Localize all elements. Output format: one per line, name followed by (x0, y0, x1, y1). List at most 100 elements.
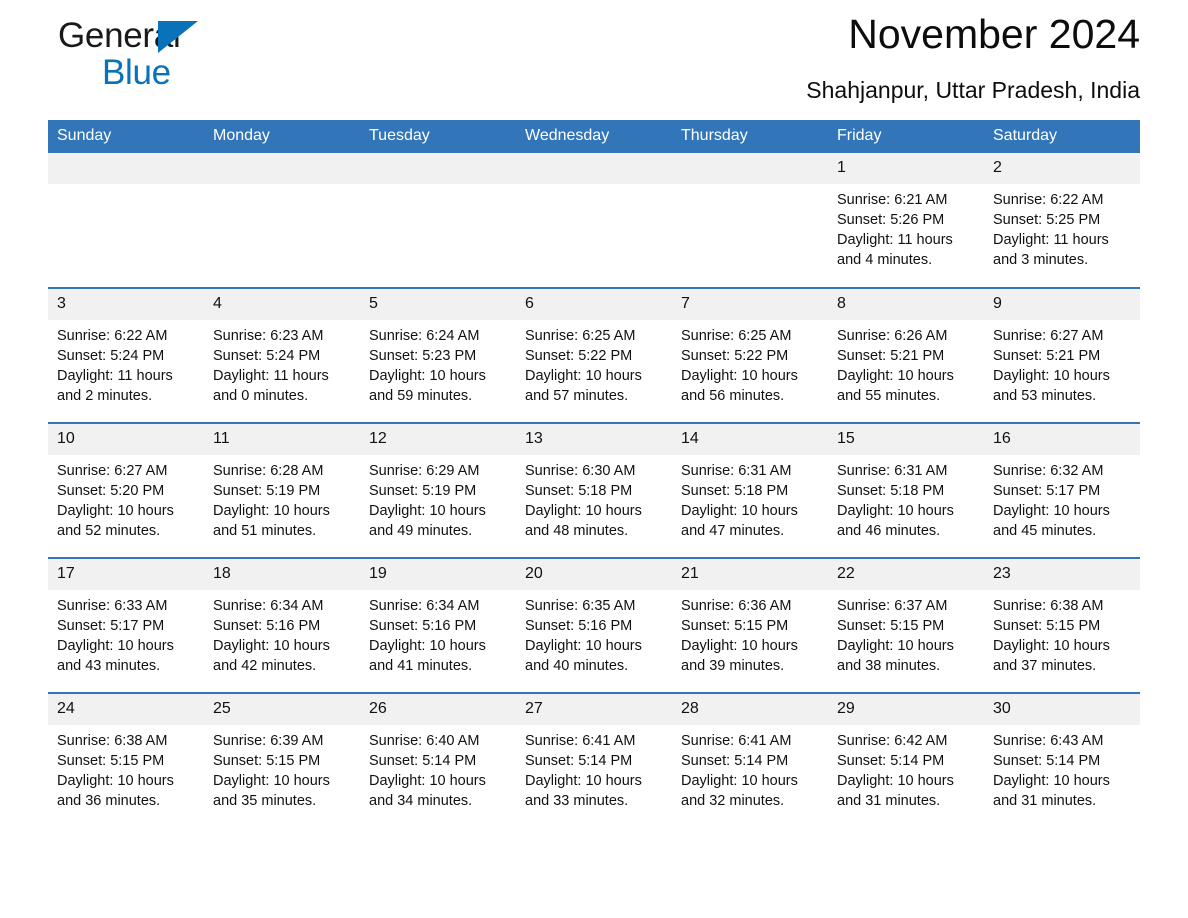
sunrise-time: Sunrise: 6:22 AM (993, 192, 1104, 208)
calendar-day-cell[interactable]: 15 Sunrise: 6:31 AM Sunset: 5:18 PM Dayligh… (828, 422, 984, 558)
sunrise-time: Sunrise: 6:26 AM (837, 328, 948, 344)
calendar-day-cell[interactable]: 8 Sunrise: 6:26 AM Sunset: 5:21 PM Daylight… (828, 287, 984, 423)
calendar-day-cell[interactable]: 9 Sunrise: 6:27 AM Sunset: 5:21 PM Daylight… (984, 287, 1140, 423)
calendar-day-cell[interactable]: 28 Sunrise: 6:41 AM Sunset: 5:14 PM Dayligh… (672, 692, 828, 828)
daylight-duration-line1: Daylight: 10 hours (57, 638, 174, 654)
sunrise-time: Sunrise: 6:33 AM (57, 598, 168, 614)
sunrise-time: Sunrise: 6:38 AM (57, 733, 168, 749)
calendar-day-cell[interactable]: 7 Sunrise: 6:25 AM Sunset: 5:22 PM Daylight… (672, 287, 828, 423)
calendar-day-cell[interactable]: 13 Sunrise: 6:30 AM Sunset: 5:18 PM Dayligh… (516, 422, 672, 558)
calendar-day-cell[interactable]: 16 Sunrise: 6:32 AM Sunset: 5:17 PM Dayligh… (984, 422, 1140, 558)
calendar-day-cell[interactable]: 2 Sunrise: 6:22 AM Sunset: 5:25 PM Daylight… (984, 153, 1140, 288)
sunrise-time: Sunrise: 6:42 AM (837, 733, 948, 749)
calendar-week-row: 24 Sunrise: 6:38 AM Sunset: 5:15 PM Dayligh… (48, 692, 1140, 828)
calendar-day-cell[interactable]: 19 Sunrise: 6:34 AM Sunset: 5:16 PM Dayligh… (360, 557, 516, 693)
calendar-day-cell-empty (48, 153, 204, 288)
calendar-day-cell[interactable]: 18 Sunrise: 6:34 AM Sunset: 5:16 PM Dayligh… (204, 557, 360, 693)
generalblue-logo[interactable]: General Blue (58, 14, 258, 100)
calendar-week-row: 17 Sunrise: 6:33 AM Sunset: 5:17 PM Dayligh… (48, 557, 1140, 693)
sunrise-time: Sunrise: 6:32 AM (993, 463, 1104, 479)
calendar-day-cell[interactable]: 5 Sunrise: 6:24 AM Sunset: 5:23 PM Daylight… (360, 287, 516, 423)
sunrise-time: Sunrise: 6:34 AM (213, 598, 324, 614)
day-details: Sunrise: 6:38 AM Sunset: 5:15 PM Daylight:… (984, 590, 1140, 676)
day-number: 20 (516, 559, 672, 590)
calendar-day-cell[interactable]: 6 Sunrise: 6:25 AM Sunset: 5:22 PM Daylight… (516, 287, 672, 423)
daylight-duration-line2: and 51 minutes. (213, 523, 317, 539)
daylight-duration-line1: Daylight: 10 hours (993, 368, 1110, 384)
daylight-duration-line1: Daylight: 10 hours (57, 503, 174, 519)
calendar-day-cell[interactable]: 21 Sunrise: 6:36 AM Sunset: 5:15 PM Dayligh… (672, 557, 828, 693)
sunset-time: Sunset: 5:15 PM (681, 618, 789, 634)
day-details: Sunrise: 6:28 AM Sunset: 5:19 PM Daylight:… (204, 455, 360, 541)
day-number: 2 (984, 153, 1140, 184)
daylight-duration-line2: and 53 minutes. (993, 388, 1097, 404)
daylight-duration-line1: Daylight: 10 hours (369, 368, 486, 384)
day-number: 19 (360, 559, 516, 590)
sunset-time: Sunset: 5:18 PM (837, 483, 945, 499)
day-number: 13 (516, 424, 672, 455)
sunset-time: Sunset: 5:18 PM (525, 483, 633, 499)
daylight-duration-line2: and 40 minutes. (525, 658, 629, 674)
calendar-day-cell[interactable]: 29 Sunrise: 6:42 AM Sunset: 5:14 PM Dayligh… (828, 692, 984, 828)
day-number: 25 (204, 694, 360, 725)
calendar-page: General Blue November 2024 Shahjanpur, U… (0, 0, 1188, 918)
sunrise-time: Sunrise: 6:31 AM (837, 463, 948, 479)
calendar-day-cell[interactable]: 25 Sunrise: 6:39 AM Sunset: 5:15 PM Dayligh… (204, 692, 360, 828)
day-number (672, 153, 828, 184)
daylight-duration-line2: and 35 minutes. (213, 793, 317, 809)
daylight-duration-line1: Daylight: 10 hours (213, 503, 330, 519)
daylight-duration-line2: and 49 minutes. (369, 523, 473, 539)
daylight-duration-line2: and 55 minutes. (837, 388, 941, 404)
daylight-duration-line2: and 39 minutes. (681, 658, 785, 674)
weekday-header-row: Sunday Monday Tuesday Wednesday Thursday… (48, 120, 1140, 153)
sunset-time: Sunset: 5:14 PM (369, 753, 477, 769)
calendar-day-cell[interactable]: 12 Sunrise: 6:29 AM Sunset: 5:19 PM Dayligh… (360, 422, 516, 558)
day-number: 21 (672, 559, 828, 590)
sunset-time: Sunset: 5:14 PM (681, 753, 789, 769)
day-details: Sunrise: 6:41 AM Sunset: 5:14 PM Daylight:… (672, 725, 828, 811)
daylight-duration-line2: and 34 minutes. (369, 793, 473, 809)
day-number: 23 (984, 559, 1140, 590)
day-number: 10 (48, 424, 204, 455)
sunrise-time: Sunrise: 6:25 AM (525, 328, 636, 344)
calendar-day-cell[interactable]: 30 Sunrise: 6:43 AM Sunset: 5:14 PM Dayligh… (984, 692, 1140, 828)
day-number: 1 (828, 153, 984, 184)
calendar-day-cell[interactable]: 3 Sunrise: 6:22 AM Sunset: 5:24 PM Daylight… (48, 287, 204, 423)
calendar-day-cell[interactable]: 10 Sunrise: 6:27 AM Sunset: 5:20 PM Dayligh… (48, 422, 204, 558)
calendar-day-cell[interactable]: 14 Sunrise: 6:31 AM Sunset: 5:18 PM Dayligh… (672, 422, 828, 558)
calendar-day-cell[interactable]: 20 Sunrise: 6:35 AM Sunset: 5:16 PM Dayligh… (516, 557, 672, 693)
calendar-day-cell[interactable]: 26 Sunrise: 6:40 AM Sunset: 5:14 PM Dayligh… (360, 692, 516, 828)
sunset-time: Sunset: 5:21 PM (993, 348, 1101, 364)
calendar-day-cell[interactable]: 17 Sunrise: 6:33 AM Sunset: 5:17 PM Dayligh… (48, 557, 204, 693)
day-number (360, 153, 516, 184)
daylight-duration-line1: Daylight: 10 hours (681, 368, 798, 384)
sunset-time: Sunset: 5:25 PM (993, 212, 1101, 228)
daylight-duration-line2: and 32 minutes. (681, 793, 785, 809)
daylight-duration-line2: and 33 minutes. (525, 793, 629, 809)
day-number: 15 (828, 424, 984, 455)
calendar-day-cell[interactable]: 4 Sunrise: 6:23 AM Sunset: 5:24 PM Daylight… (204, 287, 360, 423)
day-number: 16 (984, 424, 1140, 455)
daylight-duration-line1: Daylight: 10 hours (369, 638, 486, 654)
daylight-duration-line1: Daylight: 10 hours (993, 503, 1110, 519)
daylight-duration-line1: Daylight: 10 hours (525, 773, 642, 789)
sunset-time: Sunset: 5:22 PM (525, 348, 633, 364)
day-details: Sunrise: 6:37 AM Sunset: 5:15 PM Daylight:… (828, 590, 984, 676)
sunrise-time: Sunrise: 6:24 AM (369, 328, 480, 344)
calendar-day-cell[interactable]: 22 Sunrise: 6:37 AM Sunset: 5:15 PM Dayligh… (828, 557, 984, 693)
calendar-day-cell[interactable]: 23 Sunrise: 6:38 AM Sunset: 5:15 PM Dayligh… (984, 557, 1140, 693)
sunset-time: Sunset: 5:15 PM (57, 753, 165, 769)
day-details: Sunrise: 6:30 AM Sunset: 5:18 PM Daylight:… (516, 455, 672, 541)
sunset-time: Sunset: 5:14 PM (837, 753, 945, 769)
page-title: November 2024 (848, 11, 1140, 57)
calendar-day-cell[interactable]: 1 Sunrise: 6:21 AM Sunset: 5:26 PM Daylight… (828, 153, 984, 288)
day-details: Sunrise: 6:22 AM Sunset: 5:24 PM Daylight:… (48, 320, 204, 406)
calendar-day-cell[interactable]: 27 Sunrise: 6:41 AM Sunset: 5:14 PM Dayligh… (516, 692, 672, 828)
calendar-day-cell[interactable]: 11 Sunrise: 6:28 AM Sunset: 5:19 PM Dayligh… (204, 422, 360, 558)
calendar-day-cell[interactable]: 24 Sunrise: 6:38 AM Sunset: 5:15 PM Dayligh… (48, 692, 204, 828)
daylight-duration-line1: Daylight: 10 hours (993, 638, 1110, 654)
daylight-duration-line1: Daylight: 10 hours (993, 773, 1110, 789)
day-details: Sunrise: 6:31 AM Sunset: 5:18 PM Daylight:… (672, 455, 828, 541)
calendar-week-row: 3 Sunrise: 6:22 AM Sunset: 5:24 PM Daylight… (48, 287, 1140, 423)
day-number: 5 (360, 289, 516, 320)
